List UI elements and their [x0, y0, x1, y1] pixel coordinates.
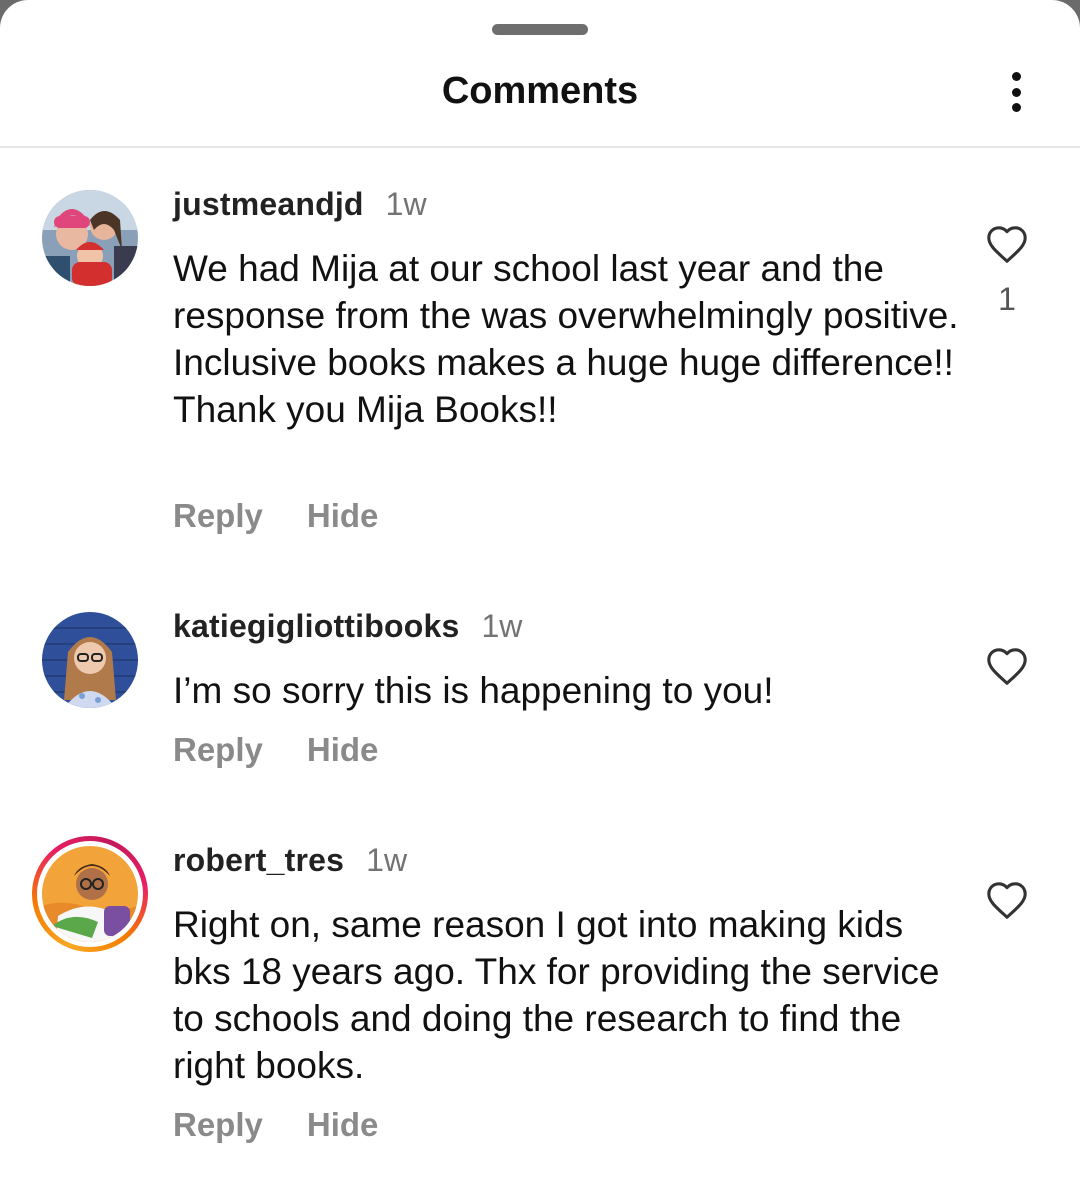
story-ring-avatar[interactable]: [32, 836, 148, 952]
more-options-icon[interactable]: [996, 68, 1036, 116]
dot: [1011, 87, 1021, 97]
avatar-image: [42, 612, 138, 708]
avatar[interactable]: [42, 190, 138, 286]
timestamp: 1w: [385, 186, 427, 222]
comment-text: Right on, same reason I got into making …: [173, 904, 940, 1086]
drag-handle[interactable]: [492, 24, 588, 35]
heart-outline-icon[interactable]: [985, 224, 1029, 264]
avatar-image: [42, 846, 138, 942]
reply-button[interactable]: Reply: [173, 731, 263, 769]
comments-sheet: Comments justmeandjd 1w We had Mija at o…: [0, 0, 1080, 1199]
heart-outline-icon[interactable]: [985, 880, 1029, 920]
avatar-image: [42, 190, 138, 286]
timestamp: 1w: [366, 842, 408, 878]
username[interactable]: justmeandjd: [173, 186, 364, 223]
username[interactable]: katiegigliottibooks: [173, 608, 460, 645]
reply-button[interactable]: Reply: [173, 1106, 263, 1144]
comment-actions: Reply Hide: [173, 731, 422, 769]
page-title: Comments: [441, 70, 639, 112]
comment-meta: justmeandjd 1w: [173, 186, 427, 223]
comment-meta: katiegigliottibooks 1w: [173, 608, 522, 645]
comment-actions: Reply Hide: [173, 497, 422, 535]
hide-button[interactable]: Hide: [307, 497, 379, 535]
username[interactable]: robert_tres: [173, 842, 344, 879]
avatar: [42, 846, 138, 942]
dot: [1011, 103, 1021, 112]
timestamp: 1w: [481, 608, 523, 644]
reply-button[interactable]: Reply: [173, 497, 263, 535]
hide-button[interactable]: Hide: [307, 1106, 379, 1144]
dot: [1011, 72, 1021, 81]
avatar-ring-inner: [37, 841, 143, 947]
heart-outline-icon[interactable]: [985, 646, 1029, 686]
comment-meta: robert_tres 1w: [173, 842, 407, 879]
comment-text: We had Mija at our school last year and …: [173, 248, 959, 430]
like-count: 1: [998, 281, 1016, 317]
comment-text: I’m so sorry this is happening to you!: [173, 670, 774, 711]
comment-actions: Reply Hide: [173, 1106, 422, 1144]
header-divider: [0, 146, 1080, 148]
avatar[interactable]: [42, 612, 138, 708]
hide-button[interactable]: Hide: [307, 731, 379, 769]
